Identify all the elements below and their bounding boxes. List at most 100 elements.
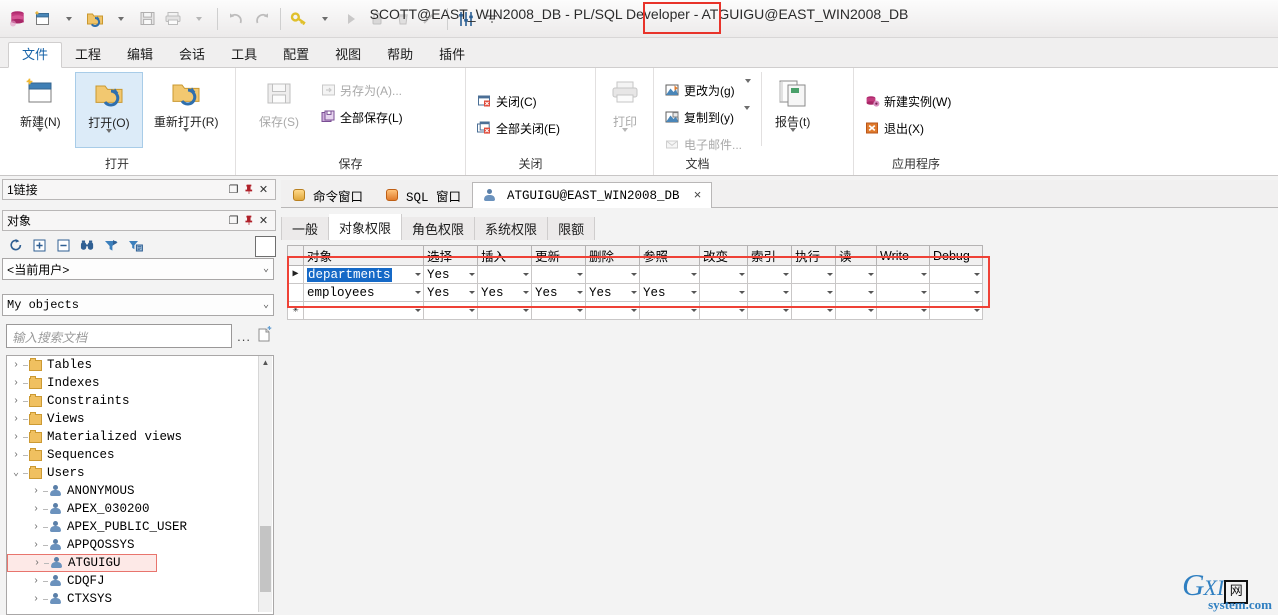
- maximize-icon[interactable]: ❐: [226, 213, 241, 228]
- table-cell[interactable]: [747, 283, 792, 302]
- tree-item-folder[interactable]: › Indexes: [7, 374, 273, 392]
- menu-item-project[interactable]: 工程: [62, 43, 114, 67]
- table-cell[interactable]: Yes: [477, 283, 532, 302]
- column-header[interactable]: 删除: [585, 245, 640, 266]
- table-cell[interactable]: [929, 283, 983, 302]
- cell-dropdown-icon[interactable]: [783, 273, 789, 276]
- tree-item-folder[interactable]: › Sequences: [7, 446, 273, 464]
- table-cell[interactable]: [747, 265, 792, 284]
- table-cell[interactable]: [835, 265, 877, 284]
- tree-item-folder[interactable]: ⌄ Users: [7, 464, 273, 482]
- chevron-right-icon[interactable]: ›: [9, 396, 23, 407]
- scroll-up-arrow[interactable]: ▲: [259, 356, 272, 369]
- close-icon[interactable]: ✕: [256, 213, 271, 228]
- table-cell[interactable]: Yes: [531, 283, 586, 302]
- cell-dropdown-icon[interactable]: [691, 291, 697, 294]
- tab-general[interactable]: 一般: [281, 217, 330, 240]
- row-selector[interactable]: [287, 283, 304, 302]
- table-cell[interactable]: [835, 301, 877, 320]
- chevron-right-icon[interactable]: ›: [29, 522, 43, 533]
- browser-filter-icon[interactable]: [128, 238, 143, 253]
- table-cell[interactable]: [639, 265, 700, 284]
- table-cell[interactable]: [477, 265, 532, 284]
- table-cell[interactable]: [531, 301, 586, 320]
- table-cell[interactable]: Yes: [639, 283, 700, 302]
- cell-dropdown-icon[interactable]: [469, 273, 475, 276]
- cell-dropdown-icon[interactable]: [868, 273, 874, 276]
- menu-item-view[interactable]: 视图: [322, 43, 374, 67]
- scroll-thumb[interactable]: [260, 526, 271, 592]
- pin-icon[interactable]: [241, 182, 256, 197]
- objects-panel-header[interactable]: 对象 ❐ ✕: [2, 210, 276, 231]
- cell-dropdown-icon[interactable]: [469, 309, 475, 312]
- ribbon-copy-to-item[interactable]: 复制到(y): [660, 104, 755, 130]
- cell-dropdown-icon[interactable]: [415, 291, 421, 294]
- key-dropdown[interactable]: [312, 6, 338, 32]
- column-header[interactable]: 参照: [639, 245, 700, 266]
- cell-dropdown-icon[interactable]: [577, 309, 583, 312]
- object-privileges-grid[interactable]: 对象 选择 插入 更新 删除 参照 改变 索引 执行读 Write Debug ▶ departmen…: [287, 245, 983, 320]
- chevron-right-icon[interactable]: ›: [29, 594, 43, 605]
- ribbon-new-instance-item[interactable]: 新建实例(W): [860, 88, 972, 114]
- tree-item-user[interactable]: › ATGUIGU: [7, 554, 157, 572]
- ribbon-exit-item[interactable]: 退出(X): [860, 115, 972, 141]
- table-cell[interactable]: [531, 265, 586, 284]
- table-cell[interactable]: [791, 301, 836, 320]
- more-commands-icon[interactable]: [479, 6, 505, 32]
- cell-dropdown-icon[interactable]: [631, 291, 637, 294]
- cell-dropdown-icon[interactable]: [827, 309, 833, 312]
- tree-item-user[interactable]: › APPQOSSYS: [7, 536, 273, 554]
- table-cell[interactable]: [876, 301, 930, 320]
- tree-item-user[interactable]: › CDQFJ: [7, 572, 273, 590]
- table-cell[interactable]: [929, 265, 983, 284]
- chevron-right-icon[interactable]: ›: [29, 576, 43, 587]
- user-filter-dropdown[interactable]: <当前用户> ⌄: [2, 258, 274, 280]
- cell-dropdown-icon[interactable]: [523, 273, 529, 276]
- cell-dropdown-icon[interactable]: [691, 309, 697, 312]
- object-filter-dropdown[interactable]: My objects ⌄: [2, 294, 274, 316]
- cell-dropdown-icon[interactable]: [868, 291, 874, 294]
- new-filter-icon[interactable]: [256, 326, 272, 346]
- tab-sql-window[interactable]: SQL 窗口: [374, 182, 472, 207]
- chevron-right-icon[interactable]: ›: [9, 414, 23, 425]
- row-selector[interactable]: ▶: [287, 265, 304, 284]
- ribbon-close-item[interactable]: 关闭(C): [472, 88, 589, 114]
- open-icon[interactable]: [82, 6, 108, 32]
- table-row[interactable]: ▶ departments Yes: [287, 265, 983, 284]
- tab-object-privileges[interactable]: 对象权限: [329, 214, 403, 240]
- tree-item-user[interactable]: › CTXSYS: [7, 590, 273, 608]
- table-cell[interactable]: [423, 301, 478, 320]
- find-icon[interactable]: [80, 238, 95, 253]
- chevron-right-icon[interactable]: ›: [9, 450, 23, 461]
- open-dropdown[interactable]: [108, 6, 134, 32]
- close-icon[interactable]: ✕: [256, 182, 271, 197]
- column-header[interactable]: 改变: [699, 245, 748, 266]
- ribbon-report-dropdown-icon[interactable]: [789, 128, 796, 146]
- maximize-icon[interactable]: ❐: [226, 182, 241, 197]
- objects-options-box[interactable]: [255, 236, 276, 257]
- cell-dropdown-icon[interactable]: [631, 309, 637, 312]
- table-row[interactable]: employees Yes Yes Yes Yes Yes: [287, 283, 983, 302]
- ribbon-change-to-dropdown-icon[interactable]: [744, 79, 751, 97]
- cell-dropdown-icon[interactable]: [921, 309, 927, 312]
- table-cell[interactable]: [585, 265, 640, 284]
- tab-command-window[interactable]: 命令窗口: [281, 182, 374, 207]
- column-header[interactable]: 选择: [423, 245, 478, 266]
- table-cell[interactable]: [791, 283, 836, 302]
- cell-dropdown-icon[interactable]: [827, 291, 833, 294]
- connections-panel-header[interactable]: 1链接 ❐ ✕: [2, 179, 276, 200]
- row-selector[interactable]: ✳: [287, 301, 304, 320]
- new-icon[interactable]: [30, 6, 56, 32]
- table-cell[interactable]: [929, 301, 983, 320]
- column-header[interactable]: Write: [876, 245, 930, 266]
- table-cell[interactable]: Yes: [585, 283, 640, 302]
- chevron-right-icon[interactable]: ›: [29, 504, 43, 515]
- cell-dropdown-icon[interactable]: [974, 309, 980, 312]
- cell-dropdown-icon[interactable]: [523, 309, 529, 312]
- table-cell[interactable]: [699, 283, 748, 302]
- tree-item-user[interactable]: › ANONYMOUS: [7, 482, 273, 500]
- cell-dropdown-icon[interactable]: [469, 291, 475, 294]
- ribbon-new-button[interactable]: 新建(N): [6, 72, 75, 146]
- ribbon-open-button[interactable]: 打开(O): [74, 72, 144, 148]
- table-cell[interactable]: [876, 283, 930, 302]
